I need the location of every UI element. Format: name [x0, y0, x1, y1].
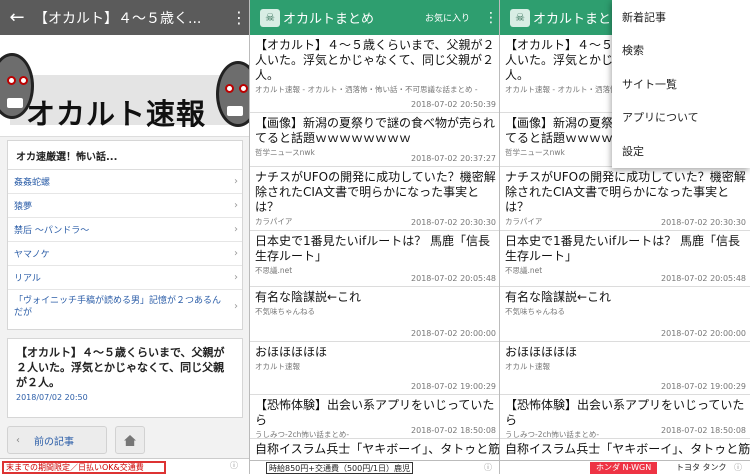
chevron-right-icon: › — [234, 224, 238, 235]
chevron-right-icon: › — [234, 176, 238, 187]
article-row[interactable]: おほほほほほ オカルト速報 2018-07-02 19:00:29 — [250, 342, 500, 395]
article-list-panel: ☠ オカルトまとめ お気に入り ⋮ 【オカルト】４〜５歳くらいまで、父親が２人い… — [250, 0, 500, 474]
list-toolbar: ☠ オカルトまとめ お気に入り ⋮ — [250, 0, 500, 35]
story-link[interactable]: 姦姦蛇螺 › — [8, 170, 242, 194]
overflow-menu: 新着記事 検索 サイト一覧 アプリについて 設定 — [612, 0, 750, 168]
chevron-right-icon: › — [234, 200, 238, 211]
home-icon — [124, 434, 136, 446]
article-row[interactable]: 日本史で1番見たいifルートは？ 馬鹿「信長生存ルート」 不思議.net 201… — [500, 231, 750, 287]
ad-text: 末までの期間限定／日払いOK&交通費 — [2, 461, 166, 474]
menu-item-settings[interactable]: 設定 — [612, 134, 750, 168]
ad-banner[interactable]: 末までの期間限定／日払いOK&交通費 ⓘ — [0, 458, 250, 474]
post-date: 2018/07/02 20:50 — [16, 393, 88, 402]
article-row[interactable]: 【恐怖体験】出会い系アプリをいじっていたら うしみつ-2ch怖い話まとめ- 20… — [250, 395, 500, 439]
arrow-left-icon[interactable]: ← — [0, 7, 34, 28]
ad-text: トヨタ タンク — [676, 463, 727, 472]
post-navigation: ‹ 前の記事 — [7, 426, 243, 454]
story-link[interactable]: 禁后 〜パンドラ〜 › — [8, 218, 242, 242]
menu-item-search[interactable]: 検索 — [612, 34, 750, 68]
article-row[interactable]: 有名な陰謀説←これ 不気味ちゃんねる 2018-07-02 20:00:00 — [500, 287, 750, 342]
ad-tag: ホンダ N-WGN — [590, 462, 658, 474]
article-view-panel: ← 【オカルト】４〜５歳く... ⋮ オカルト速報 オカ速厳選！怖い話... 姦… — [0, 0, 250, 474]
recommended-stories-card: オカ速厳選！怖い話... 姦姦蛇螺 › 猿夢 › 禁后 〜パンドラ〜 › ヤマノケ › … — [7, 140, 243, 330]
article-toolbar-title: 【オカルト】４〜５歳く... — [34, 10, 202, 27]
more-vertical-icon[interactable]: ⋮ — [228, 8, 250, 27]
chevron-left-icon: ‹ — [16, 434, 20, 446]
menu-item-new-articles[interactable]: 新着記事 — [612, 0, 750, 34]
ad-info-icon[interactable]: ⓘ — [230, 460, 238, 471]
app-title: オカルトまとめ — [283, 12, 375, 27]
home-button[interactable] — [115, 426, 145, 454]
article-row[interactable]: 【画像】新潟の夏祭りで謎の食べ物が売られてると話題ｗｗｗｗｗｗｗｗ 哲学ニュース… — [250, 113, 500, 167]
previous-article-button[interactable]: ‹ 前の記事 — [7, 426, 107, 454]
ad-banner[interactable]: ホンダ N-WGN トヨタ タンク ⓘ — [500, 460, 750, 474]
article-row[interactable]: 日本史で1番見たいifルートは？ 馬鹿「信長生存ルート」 不思議.net 201… — [250, 231, 500, 287]
site-banner[interactable]: オカルト速報 — [0, 35, 250, 137]
more-vertical-icon[interactable]: ⋮ — [482, 10, 500, 26]
section-heading: オカ速厳選！怖い話... — [8, 141, 242, 170]
menu-item-site-list[interactable]: サイト一覧 — [612, 67, 750, 101]
story-link[interactable]: リアル › — [8, 266, 242, 290]
story-link[interactable]: ヤマノケ › — [8, 242, 242, 266]
app-logo-icon: ☠ — [260, 8, 280, 27]
app-logo-icon: ☠ — [510, 8, 530, 27]
ad-text: 時給850円+交通費（500円/1日）鹿児 — [266, 462, 414, 474]
story-link[interactable]: 猿夢 › — [8, 194, 242, 218]
ad-banner[interactable]: 時給850円+交通費（500円/1日）鹿児 ⓘ — [250, 460, 500, 474]
article-toolbar: ← 【オカルト】４〜５歳く... ⋮ — [0, 0, 250, 35]
chevron-right-icon: › — [234, 248, 238, 259]
menu-item-about-app[interactable]: アプリについて — [612, 101, 750, 135]
chevron-right-icon: › — [234, 272, 238, 283]
article-row[interactable]: おほほほほほ オカルト速報 2018-07-02 19:00:29 — [500, 342, 750, 395]
banner-logo-text: オカルト速報 — [26, 97, 207, 131]
article-row[interactable]: 【恐怖体験】出会い系アプリをいじっていたら うしみつ-2ch怖い話まとめ- 20… — [500, 395, 750, 439]
favorites-button[interactable]: お気に入り — [425, 11, 470, 24]
post-title: 【オカルト】４〜５歳くらいまで、父親が２人いた。浮気とかじゃなくて、同じ父親が２… — [16, 346, 225, 389]
ad-info-icon[interactable]: ⓘ — [734, 462, 742, 473]
chevron-right-icon: › — [234, 301, 238, 312]
current-post-card[interactable]: 【オカルト】４〜５歳くらいまで、父親が２人いた。浮気とかじゃなくて、同じ父親が２… — [7, 338, 243, 418]
article-row[interactable]: ナチスがUFOの開発に成功していた？機密解除されたCIA文書で明らかになった事実… — [500, 167, 750, 231]
article-row[interactable]: 有名な陰謀説←これ 不気味ちゃんねる 2018-07-02 20:00:00 — [250, 287, 500, 342]
article-row[interactable]: 【オカルト】４〜５歳くらいまで、父親が２人いた。浮気とかじゃなくて、同じ父親が２… — [250, 35, 500, 113]
story-link[interactable]: 「ヴォイニッチ手稿が読める男」記憶が２つあるんだが › — [8, 290, 242, 324]
article-row[interactable]: ナチスがUFOの開発に成功していた？機密解除されたCIA文書で明らかになった事実… — [250, 167, 500, 231]
ad-info-icon[interactable]: ⓘ — [484, 462, 492, 473]
